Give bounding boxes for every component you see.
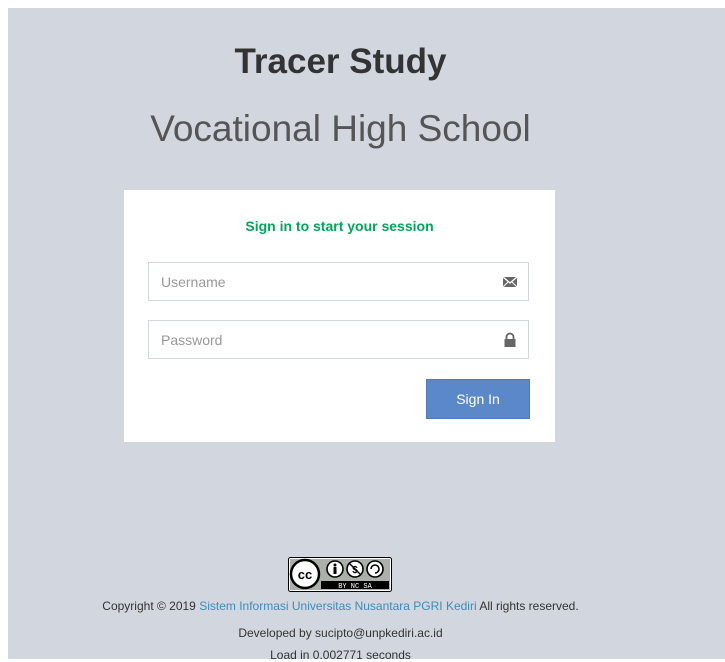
password-input[interactable] — [149, 321, 491, 358]
svg-text:cc: cc — [298, 567, 312, 582]
copyright-prefix: Copyright © 2019 — [102, 599, 196, 613]
username-field — [148, 262, 529, 301]
developer-credit: Developed by sucipto@unpkediri.ac.id — [238, 626, 443, 640]
cc-by-nc-sa-badge[interactable]: cc $ BY NC SA — [288, 557, 392, 592]
copyright-line: Copyright © 2019 Sistem Informasi Univer… — [8, 599, 673, 613]
copyright-suffix: All rights reserved. — [479, 599, 579, 613]
lock-icon — [502, 332, 518, 348]
envelope-icon — [502, 274, 518, 290]
login-box-message: Sign in to start your session — [245, 218, 434, 234]
load-time: Load in 0.002771 seconds — [270, 648, 411, 662]
cc-badge-text: BY NC SA — [338, 583, 372, 591]
signin-button[interactable]: Sign In — [426, 379, 530, 419]
app-title: Tracer Study — [234, 42, 447, 81]
login-box: Sign in to start your session Sign In — [124, 190, 555, 442]
copyright-link[interactable]: Sistem Informasi Universitas Nusantara P… — [199, 599, 476, 613]
password-field — [148, 320, 529, 359]
app-subtitle: Vocational High School — [150, 108, 531, 149]
username-input[interactable] — [149, 263, 491, 300]
